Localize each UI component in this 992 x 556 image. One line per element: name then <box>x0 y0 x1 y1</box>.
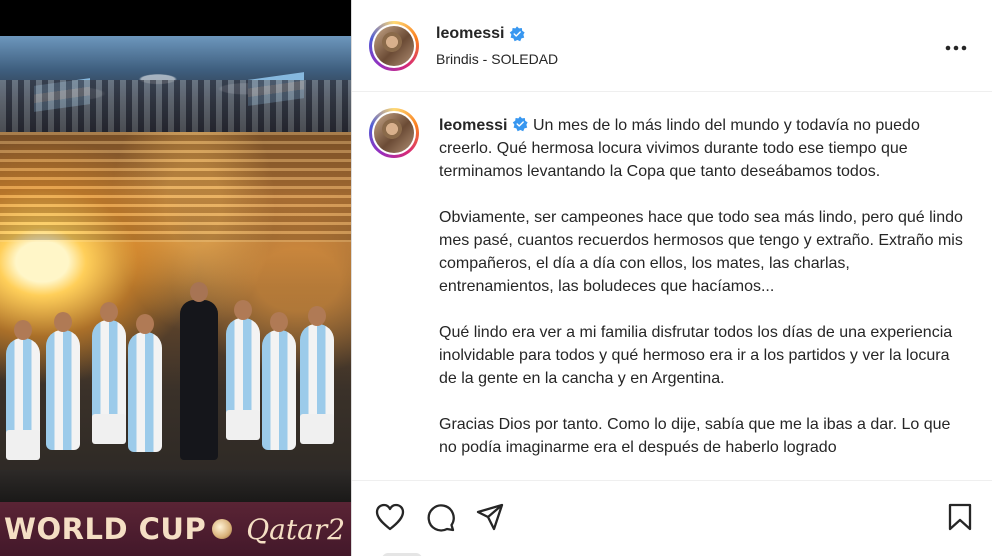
avatar-image <box>374 26 414 66</box>
author-avatar[interactable] <box>369 21 419 71</box>
verified-badge-icon <box>513 116 529 132</box>
caption-paragraph-3: Qué lindo era ver a mi familia disfrutar… <box>439 324 953 387</box>
heart-icon <box>375 503 405 531</box>
player <box>46 312 80 450</box>
action-bar <box>352 480 992 556</box>
send-icon <box>476 503 504 531</box>
stadium-stands <box>0 132 351 242</box>
post-details-panel: leomessi Brindis - SOLEDAD leomessi Un m… <box>351 0 992 556</box>
caption-paragraph-4: Gracias Dios por tanto. Como lo dije, sa… <box>439 416 951 456</box>
caption-paragraph-2: Obviamente, ser campeones hace que todo … <box>439 209 963 295</box>
stage-floor <box>0 470 351 502</box>
player-shorts <box>226 410 260 440</box>
caption-paragraph: leomessi Un mes de lo más lindo del mund… <box>439 114 969 183</box>
world-cup-banner: WORLD CUP Qatar2 <box>0 502 351 556</box>
comment-icon <box>427 504 455 532</box>
caption-username-link[interactable]: leomessi <box>439 117 507 134</box>
save-button[interactable] <box>944 501 976 533</box>
player-shorts <box>6 430 40 460</box>
caption-section: leomessi Un mes de lo más lindo del mund… <box>352 92 992 480</box>
more-options-button[interactable] <box>944 36 968 60</box>
crowd-scene <box>0 36 351 132</box>
share-button[interactable] <box>474 501 506 533</box>
verified-badge-icon <box>510 26 526 42</box>
player <box>262 312 296 450</box>
more-horizontal-icon <box>945 45 967 51</box>
post-header: leomessi Brindis - SOLEDAD <box>352 0 992 92</box>
caption-author-avatar[interactable] <box>369 108 419 158</box>
caption-paragraph-1: Un mes de lo más lindo del mundo y todav… <box>439 117 920 180</box>
like-button[interactable] <box>374 501 406 533</box>
player <box>128 314 162 452</box>
banner-qatar-text: Qatar2 <box>246 512 346 546</box>
caption-text: leomessi Un mes de lo más lindo del mund… <box>439 114 969 480</box>
post-media[interactable]: WORLD CUP Qatar2 <box>0 0 351 556</box>
avatar-image <box>374 113 414 153</box>
media-top-black-bar <box>0 0 351 36</box>
author-username-link[interactable]: leomessi <box>436 25 504 43</box>
player-shorts <box>92 414 126 444</box>
bookmark-icon <box>948 503 972 531</box>
banner-world-cup-text: WORLD CUP <box>4 512 207 546</box>
player-black-robe <box>180 282 218 460</box>
location-link[interactable]: Brindis - SOLEDAD <box>436 51 558 67</box>
header-username-row: leomessi <box>436 25 526 43</box>
crowd <box>0 80 351 132</box>
comment-button[interactable] <box>424 501 456 533</box>
football-icon <box>212 519 233 539</box>
player-shorts <box>300 414 334 444</box>
